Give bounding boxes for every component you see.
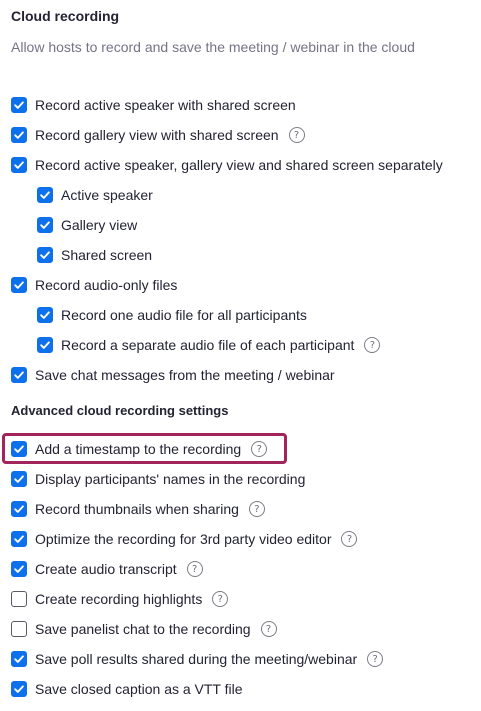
option-record-separately[interactable]: Record active speaker, gallery view and … — [11, 154, 443, 176]
option-save-panelist-chat[interactable]: Save panelist chat to the recording ? — [11, 618, 277, 640]
advanced-section-title: Advanced cloud recording settings — [11, 403, 229, 418]
option-gallery-view[interactable]: Gallery view — [37, 214, 137, 236]
option-label: Record a separate audio file of each par… — [61, 337, 355, 353]
checkbox[interactable] — [11, 471, 27, 487]
option-create-audio-transcript[interactable]: Create audio transcript ? — [11, 558, 203, 580]
checkbox[interactable] — [11, 561, 27, 577]
check-icon — [14, 655, 24, 663]
check-icon — [14, 131, 24, 139]
checkbox[interactable] — [11, 591, 27, 607]
checkbox[interactable] — [11, 157, 27, 173]
option-label: Record one audio file for all participan… — [61, 307, 307, 323]
option-label: Create recording highlights — [35, 591, 203, 607]
help-icon[interactable]: ? — [186, 561, 203, 577]
checkbox[interactable] — [11, 651, 27, 667]
option-label: Record gallery view with shared screen — [35, 127, 279, 143]
option-record-thumbnails[interactable]: Record thumbnails when sharing ? — [11, 498, 265, 520]
option-label: Record active speaker, gallery view and … — [35, 157, 443, 173]
check-icon — [14, 161, 24, 169]
option-save-closed-caption-vtt[interactable]: Save closed caption as a VTT file — [11, 678, 243, 700]
help-icon[interactable]: ? — [364, 337, 381, 353]
checkbox[interactable] — [37, 337, 53, 353]
checkbox[interactable] — [37, 217, 53, 233]
help-icon[interactable]: ? — [288, 127, 305, 143]
option-save-chat-messages[interactable]: Save chat messages from the meeting / we… — [11, 364, 335, 386]
checkbox[interactable] — [11, 681, 27, 697]
check-icon — [14, 445, 24, 453]
checkbox[interactable] — [37, 247, 53, 263]
checkbox[interactable] — [11, 531, 27, 547]
option-active-speaker[interactable]: Active speaker — [37, 184, 153, 206]
help-icon[interactable]: ? — [341, 531, 358, 547]
option-record-active-speaker-shared-screen[interactable]: Record active speaker with shared screen — [11, 94, 296, 116]
help-icon[interactable]: ? — [367, 651, 384, 667]
check-icon — [14, 685, 24, 693]
check-icon — [14, 505, 24, 513]
check-icon — [40, 191, 50, 199]
check-icon — [40, 341, 50, 349]
option-label: Add a timestamp to the recording — [35, 441, 242, 457]
check-icon — [14, 371, 24, 379]
checkbox[interactable] — [37, 187, 53, 203]
option-label: Save poll results shared during the meet… — [35, 651, 358, 667]
check-icon — [14, 565, 24, 573]
option-label: Shared screen — [61, 247, 153, 263]
option-one-audio-file[interactable]: Record one audio file for all participan… — [37, 304, 307, 326]
option-save-poll-results[interactable]: Save poll results shared during the meet… — [11, 648, 384, 670]
checkbox[interactable] — [11, 621, 27, 637]
option-label: Save closed caption as a VTT file — [35, 681, 243, 697]
checkbox[interactable] — [37, 307, 53, 323]
check-icon — [14, 281, 24, 289]
option-label: Optimize the recording for 3rd party vid… — [35, 531, 332, 547]
help-icon[interactable]: ? — [212, 591, 229, 607]
help-icon[interactable]: ? — [251, 441, 268, 457]
option-label: Display participants' names in the recor… — [35, 471, 306, 487]
help-icon[interactable]: ? — [260, 621, 277, 637]
option-add-timestamp[interactable]: Add a timestamp to the recording ? — [11, 438, 268, 460]
option-label: Active speaker — [61, 187, 153, 203]
option-create-recording-highlights[interactable]: Create recording highlights ? — [11, 588, 229, 610]
option-optimize-3rd-party-editor[interactable]: Optimize the recording for 3rd party vid… — [11, 528, 358, 550]
option-separate-audio-file[interactable]: Record a separate audio file of each par… — [37, 334, 381, 356]
check-icon — [40, 221, 50, 229]
option-record-gallery-view-shared-screen[interactable]: Record gallery view with shared screen ? — [11, 124, 305, 146]
option-label: Save panelist chat to the recording — [35, 621, 251, 637]
checkbox[interactable] — [11, 277, 27, 293]
option-label: Save chat messages from the meeting / we… — [35, 367, 335, 383]
option-label: Record thumbnails when sharing — [35, 501, 239, 517]
option-display-participant-names[interactable]: Display participants' names in the recor… — [11, 468, 305, 490]
checkbox[interactable] — [11, 501, 27, 517]
section-title: Cloud recording — [11, 8, 120, 24]
option-label: Gallery view — [61, 217, 138, 233]
option-label: Record audio-only files — [35, 277, 178, 293]
option-shared-screen[interactable]: Shared screen — [37, 244, 152, 266]
check-icon — [14, 535, 24, 543]
checkbox[interactable] — [11, 97, 27, 113]
checkbox[interactable] — [11, 127, 27, 143]
option-record-audio-only[interactable]: Record audio-only files — [11, 274, 177, 296]
check-icon — [14, 475, 24, 483]
option-label: Create audio transcript — [35, 561, 177, 577]
checkbox[interactable] — [11, 367, 27, 383]
checkbox[interactable] — [11, 441, 27, 457]
check-icon — [40, 311, 50, 319]
check-icon — [14, 101, 24, 109]
help-icon[interactable]: ? — [248, 501, 265, 517]
option-label: Record active speaker with shared screen — [35, 97, 296, 113]
check-icon — [40, 251, 50, 259]
section-description: Allow hosts to record and save the meeti… — [11, 39, 415, 55]
